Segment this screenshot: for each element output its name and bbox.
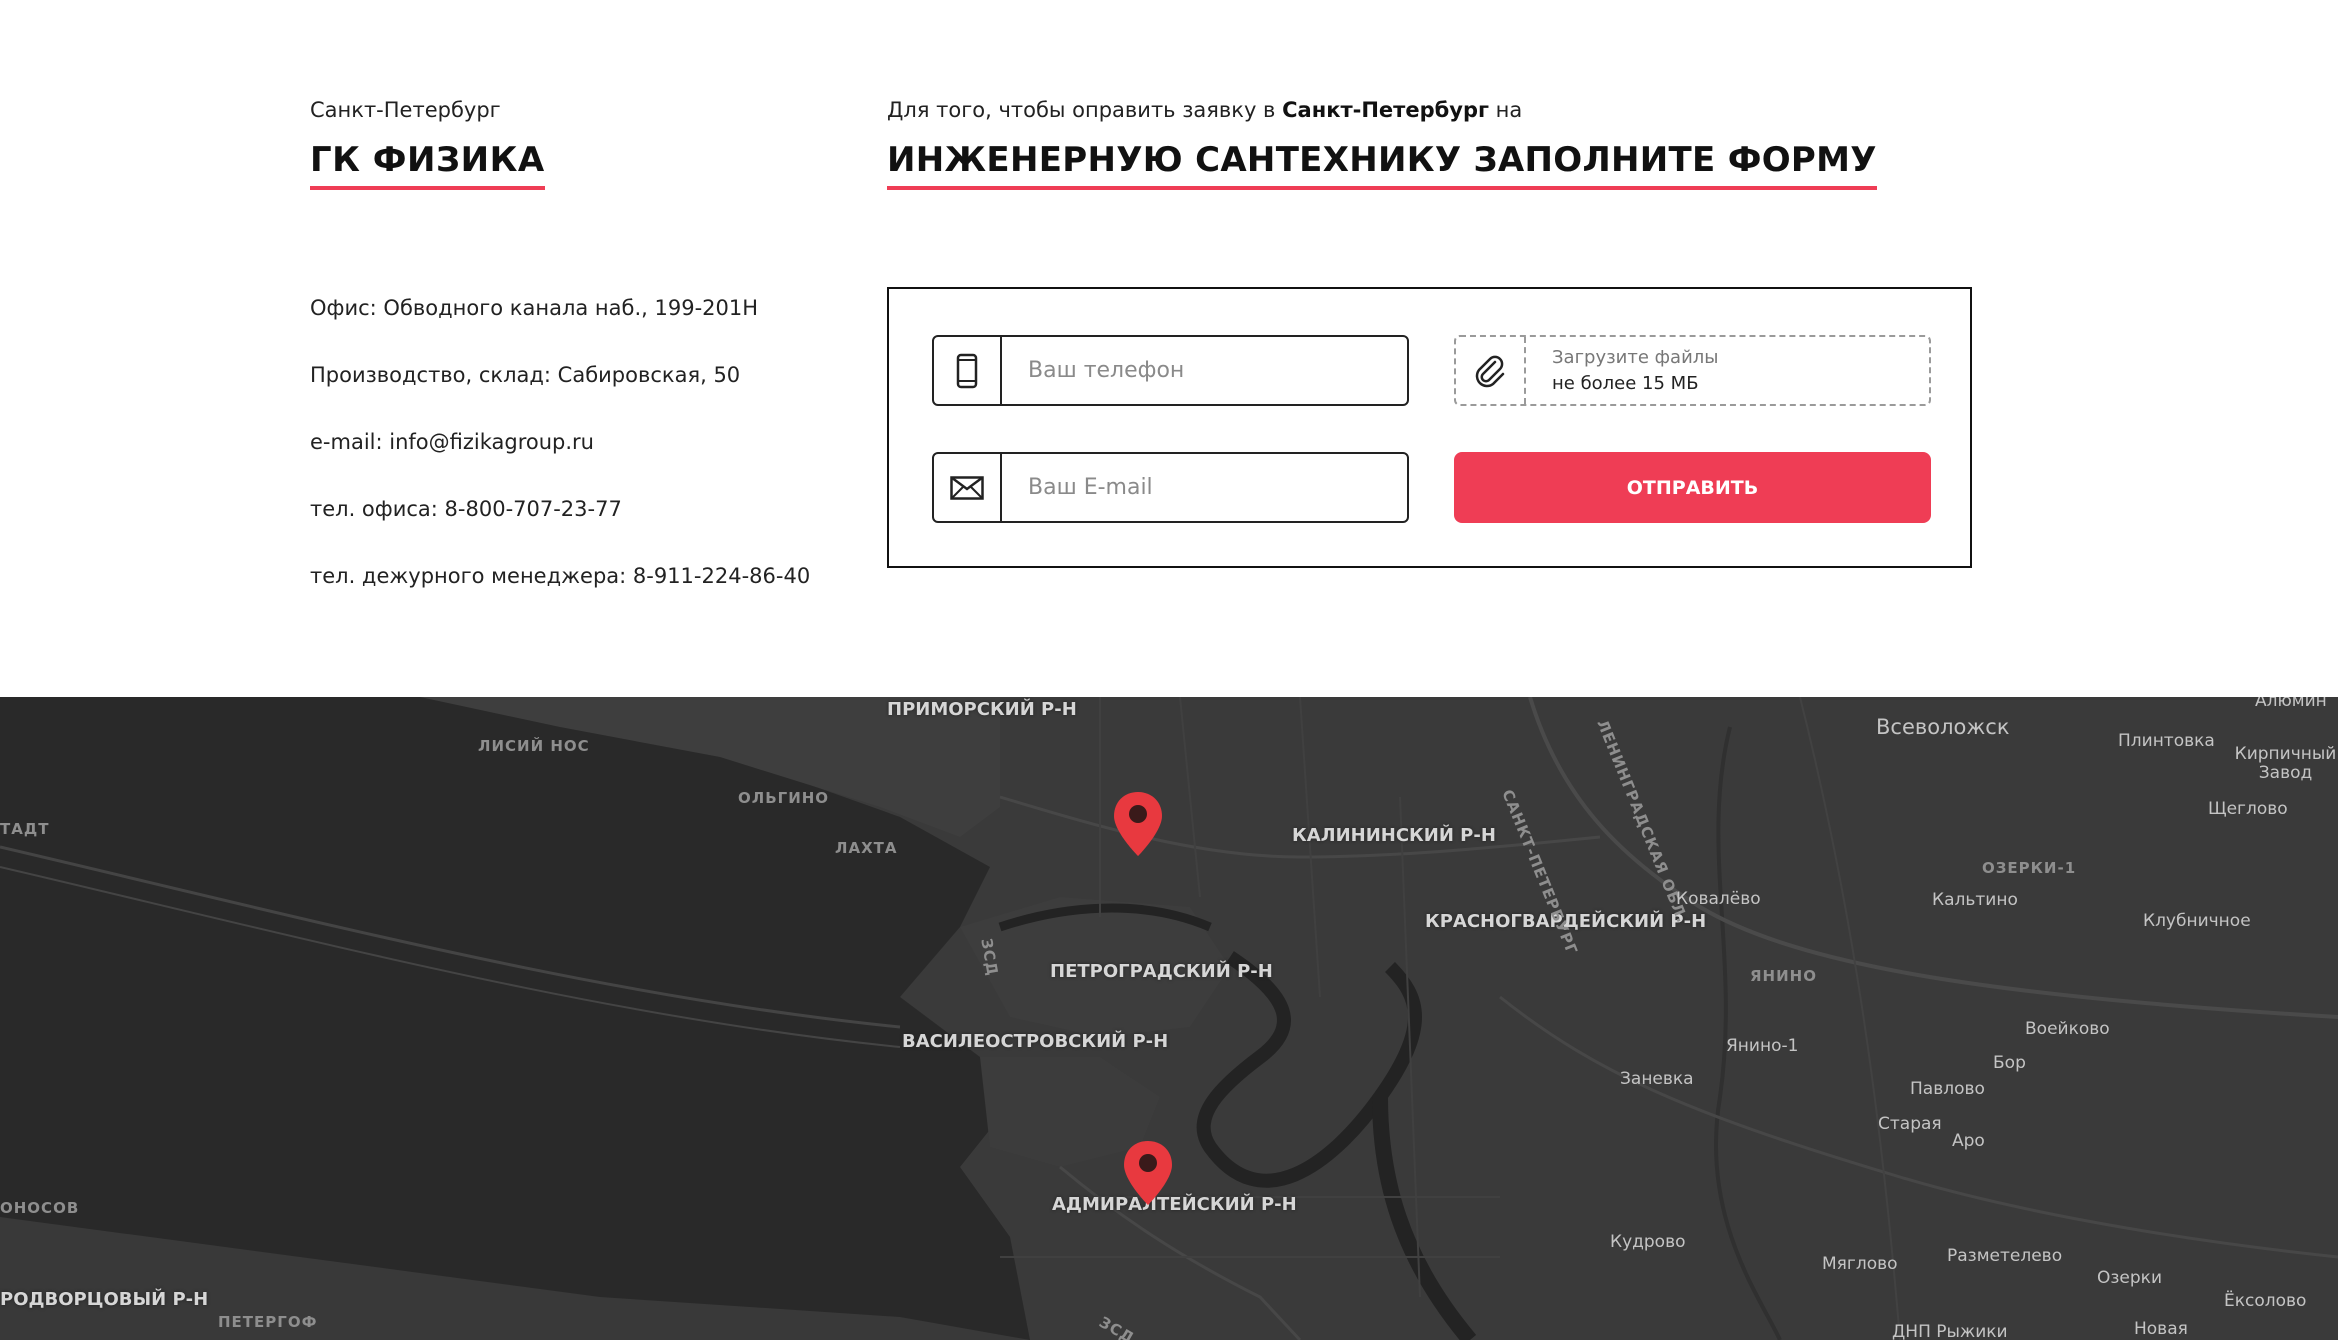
map-town-yanino-1: Янино-1: [1726, 1036, 1799, 1056]
map-town-myaglovo: Мяглово: [1822, 1254, 1898, 1274]
form-intro-city: Санкт-Петербург: [1282, 98, 1489, 122]
map-label-tadt: ТАДТ: [0, 820, 50, 838]
map-town-yeksolovo: Ёксолово: [2224, 1291, 2307, 1311]
map-town-kudrovo: Кудрово: [1610, 1232, 1686, 1252]
map-label-primorsky: ПРИМОРСКИЙ Р-Н: [887, 699, 1077, 720]
map-town-klubnichnoe: Клубничное: [2143, 911, 2251, 931]
contact-manager-phone[interactable]: тел. дежурного менеджера: 8-911-224-86-4…: [310, 561, 810, 628]
form-intro-suffix: на: [1488, 98, 1523, 122]
map-label-petrogradsky: ПЕТРОГРАДСКИЙ Р-Н: [1050, 961, 1273, 982]
map-town-vsevolozhsk: Всеволожск: [1876, 715, 2010, 739]
map-town-dnp-ryzhiki: ДНП Рыжики: [1892, 1322, 2008, 1340]
form-intro-prefix: Для того, чтобы оправить заявку в: [887, 98, 1283, 122]
map-marker-office[interactable]: [1112, 790, 1164, 858]
map-town-bor: Бор: [1993, 1053, 2026, 1073]
map-town-razmetelevo: Разметелево: [1947, 1246, 2063, 1266]
contact-office-phone[interactable]: тел. офиса: 8-800-707-23-77: [310, 494, 810, 561]
map-label-petrodvortsovy: РОДВОРЦОВЫЙ Р-Н: [0, 1289, 209, 1310]
map-label-lisiy-nos: ЛИСИЙ НОС: [478, 737, 590, 755]
map-background: [0, 697, 2338, 1340]
map-label-vasileostrovsky: ВАСИЛЕОСТРОВСКИЙ Р-Н: [902, 1031, 1169, 1052]
map-town-plintovka: Плинтовка: [2118, 731, 2215, 751]
email-field[interactable]: [932, 452, 1409, 523]
map-town-kovalevo: Ковалёво: [1676, 889, 1761, 909]
map-town-zanevka: Заневка: [1620, 1069, 1694, 1089]
contacts-list: Офис: Обводного канала наб., 199-201Н Пр…: [310, 293, 810, 628]
map-town-aro: Аро: [1952, 1131, 1985, 1151]
map-label-yanino: ЯНИНО: [1750, 967, 1817, 985]
map-label-ozerki-1: ОЗЕРКИ-1: [1982, 859, 2077, 877]
upload-label: Загрузите файлы: [1552, 346, 1719, 368]
file-upload-button[interactable]: Загрузите файлы не более 15 МБ: [1454, 335, 1931, 406]
map-label-admiralteysky: АДМИРАЛТЕЙСКИЙ Р-Н: [1052, 1194, 1297, 1215]
map-label-olgino: ОЛЬГИНО: [738, 789, 830, 807]
map-town-voeykovo: Воейково: [2025, 1019, 2110, 1039]
company-city: Санкт-Петербург: [310, 98, 501, 122]
phone-icon: [934, 337, 1002, 404]
form-title: ИНЖЕНЕРНУЮ САНТЕХНИКУ ЗАПОЛНИТЕ ФОРМУ: [887, 140, 1877, 190]
map-label-kalininsky: КАЛИНИНСКИЙ Р-Н: [1292, 825, 1496, 846]
phone-field[interactable]: [932, 335, 1409, 406]
form-intro: Для того, чтобы оправить заявку в Санкт-…: [887, 98, 1522, 122]
map-town-pavlovo: Павлово: [1910, 1079, 1985, 1099]
contact-office-address: Офис: Обводного канала наб., 199-201Н: [310, 296, 759, 320]
paperclip-icon: [1456, 337, 1526, 404]
map-town-ozerki: Озерки: [2097, 1268, 2162, 1288]
map-label-petergof: ПЕТЕРГОФ: [218, 1313, 318, 1331]
map-town-kaltino: Кальтино: [1932, 890, 2018, 910]
map-town-alyumin: Алюмин: [2255, 697, 2327, 711]
map-town-kirpichny-zavod: Кирпичный Завод: [2234, 744, 2337, 783]
map-label-onosov: ОНОСОВ: [0, 1199, 80, 1217]
contact-email[interactable]: e-mail: info@fizikagroup.ru: [310, 427, 810, 494]
map-town-novaya: Новая: [2134, 1319, 2188, 1339]
phone-input[interactable]: [1002, 339, 1390, 402]
map-town-shcheglovo: Щеглово: [2208, 799, 2288, 819]
map-label-lakhta: ЛАХТА: [835, 839, 898, 857]
map-marker-warehouse[interactable]: [1122, 1139, 1174, 1207]
upload-limit: не более 15 МБ: [1552, 372, 1699, 394]
company-name: ГК ФИЗИКА: [310, 140, 545, 190]
envelope-icon: [934, 454, 1002, 521]
submit-button[interactable]: ОТПРАВИТЬ: [1454, 452, 1931, 523]
upload-text: Загрузите файлы не более 15 МБ: [1526, 345, 1719, 397]
contact-production-address: Производство, склад: Сабировская, 50: [310, 363, 741, 387]
email-input[interactable]: [1002, 456, 1390, 519]
request-form: Загрузите файлы не более 15 МБ ОТПРАВИТЬ: [887, 287, 1972, 568]
map[interactable]: ПРИМОРСКИЙ Р-Н КАЛИНИНСКИЙ Р-Н КРАСНОГВА…: [0, 697, 2338, 1340]
map-town-staraya: Старая: [1878, 1114, 1942, 1134]
